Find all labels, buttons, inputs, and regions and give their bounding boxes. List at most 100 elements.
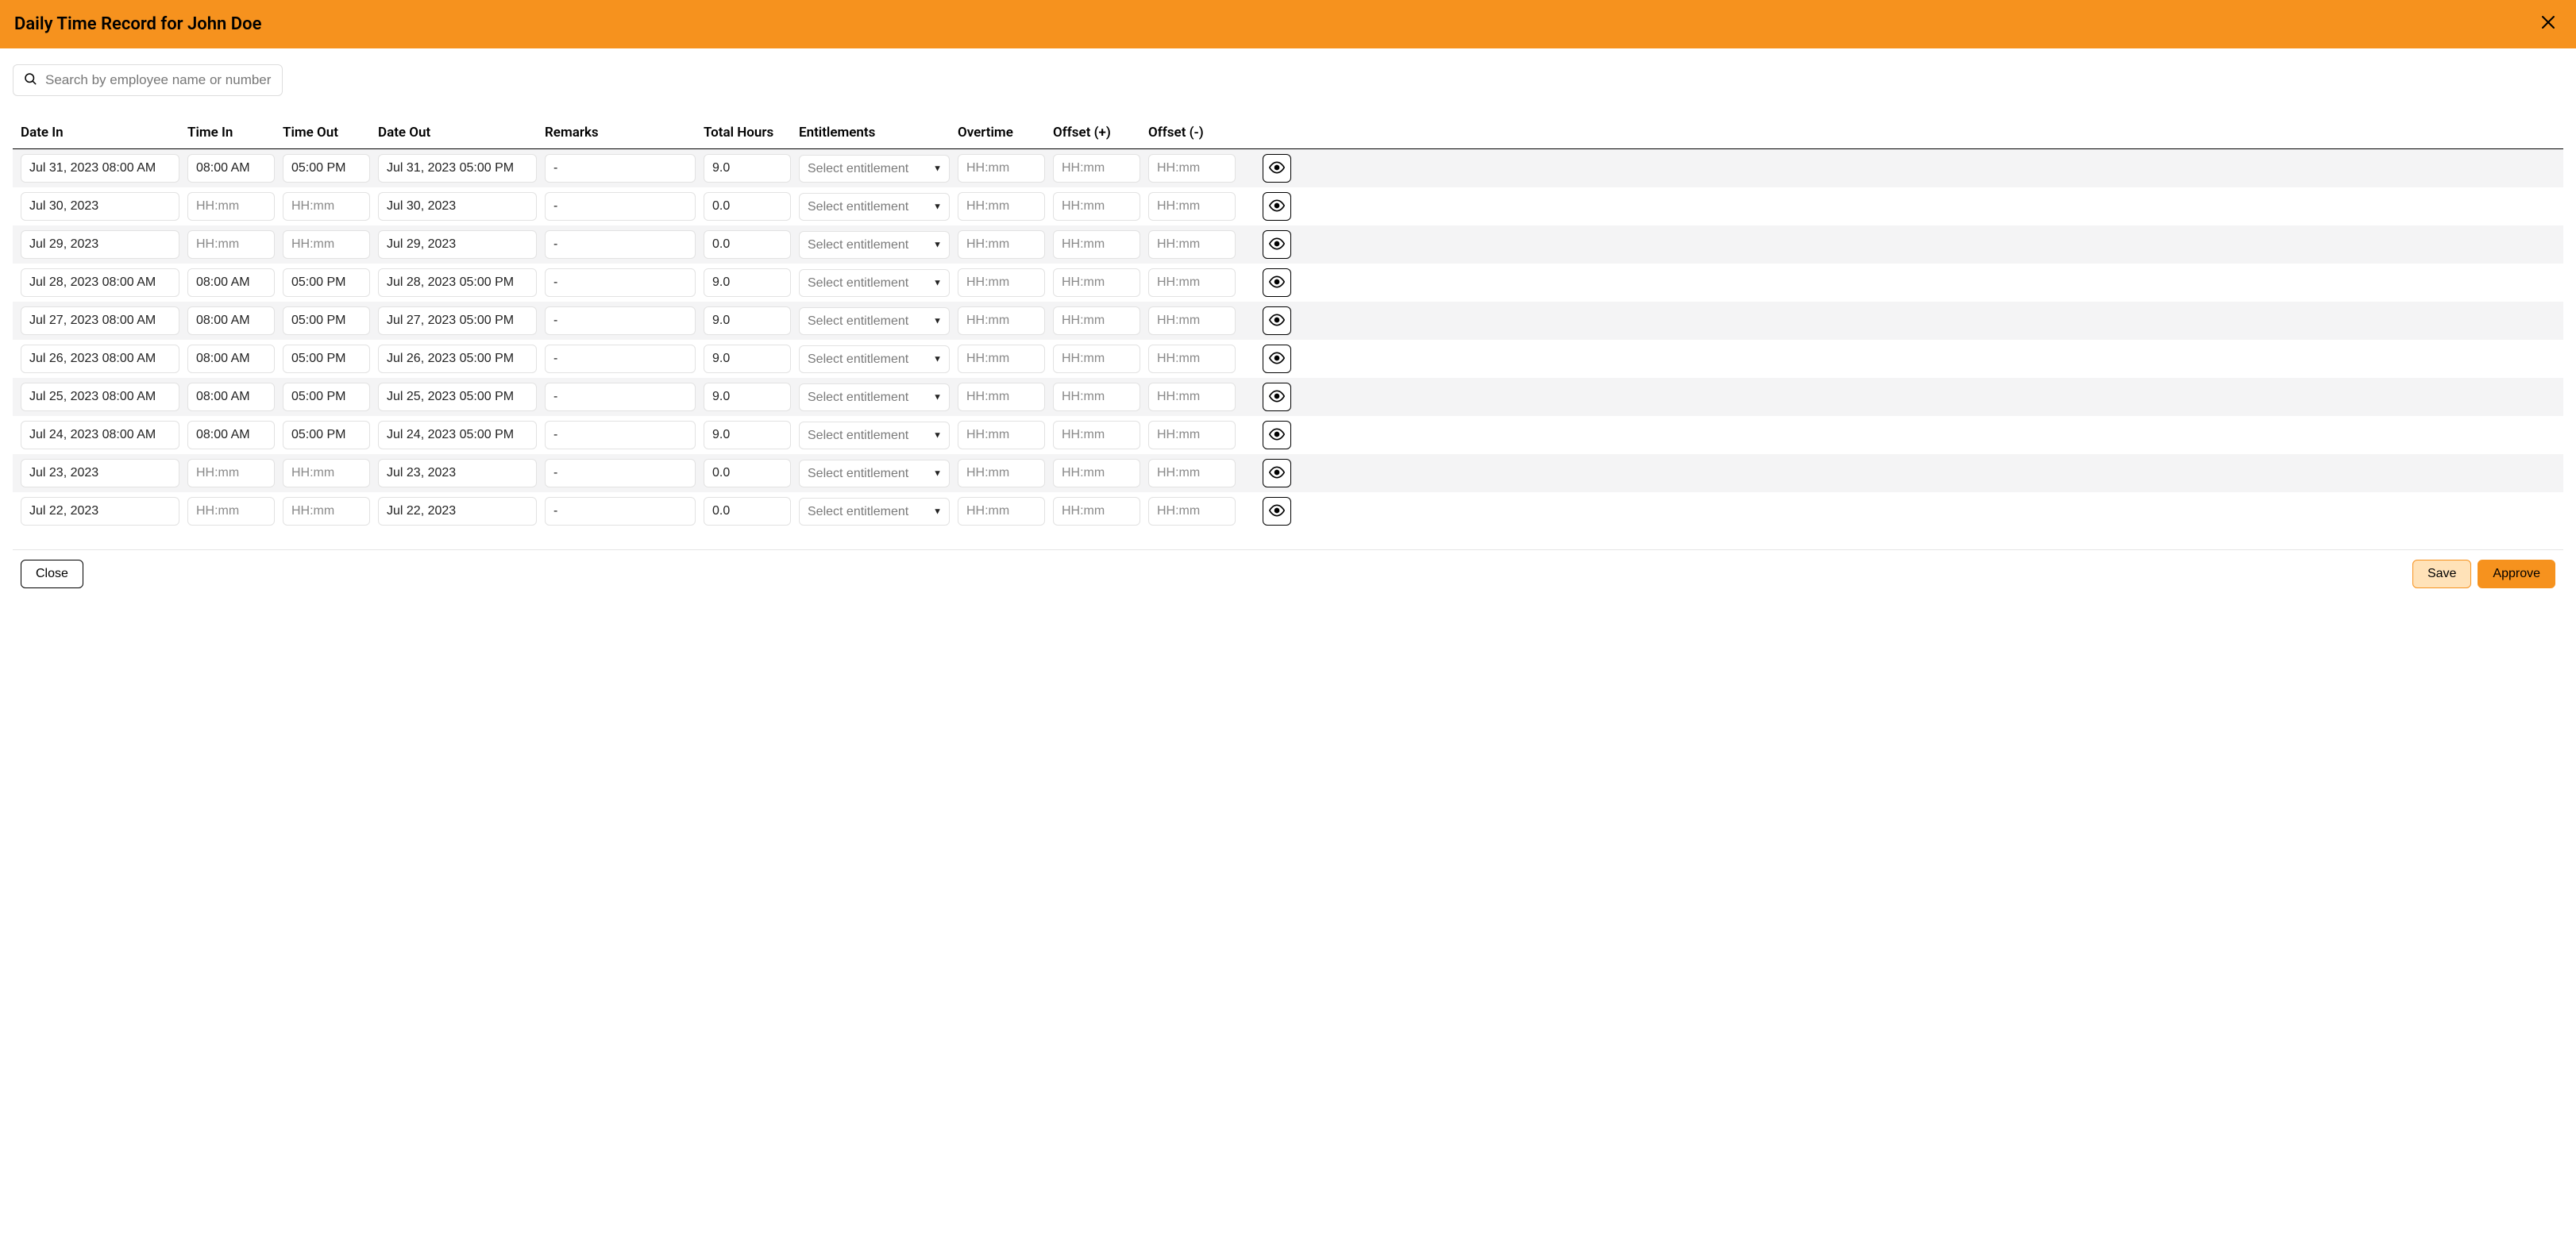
entitlement-select[interactable]: Select entitlement <box>799 345 950 373</box>
remarks-input[interactable] <box>545 268 696 297</box>
date-out-input[interactable] <box>378 383 537 411</box>
time-out-input[interactable] <box>283 383 370 411</box>
view-button[interactable] <box>1263 268 1291 297</box>
offset-minus-input[interactable] <box>1148 421 1236 449</box>
offset-minus-input[interactable] <box>1148 383 1236 411</box>
view-button[interactable] <box>1263 230 1291 259</box>
total-hours-input[interactable] <box>704 421 791 449</box>
remarks-input[interactable] <box>545 497 696 526</box>
remarks-input[interactable] <box>545 154 696 183</box>
offset-minus-input[interactable] <box>1148 268 1236 297</box>
offset-plus-input[interactable] <box>1053 230 1140 259</box>
entitlement-select[interactable]: Select entitlement <box>799 422 950 449</box>
time-in-input[interactable] <box>187 154 275 183</box>
date-out-input[interactable] <box>378 192 537 221</box>
remarks-input[interactable] <box>545 306 696 335</box>
offset-plus-input[interactable] <box>1053 154 1140 183</box>
offset-minus-input[interactable] <box>1148 306 1236 335</box>
view-button[interactable] <box>1263 459 1291 487</box>
remarks-input[interactable] <box>545 383 696 411</box>
time-out-input[interactable] <box>283 306 370 335</box>
offset-plus-input[interactable] <box>1053 421 1140 449</box>
entitlement-select[interactable]: Select entitlement <box>799 498 950 526</box>
offset-plus-input[interactable] <box>1053 192 1140 221</box>
date-out-input[interactable] <box>378 497 537 526</box>
date-out-input[interactable] <box>378 459 537 487</box>
offset-plus-input[interactable] <box>1053 383 1140 411</box>
view-button[interactable] <box>1263 345 1291 373</box>
overtime-input[interactable] <box>958 192 1045 221</box>
time-out-input[interactable] <box>283 345 370 373</box>
remarks-input[interactable] <box>545 345 696 373</box>
total-hours-input[interactable] <box>704 383 791 411</box>
date-in-input[interactable] <box>21 230 179 259</box>
total-hours-input[interactable] <box>704 192 791 221</box>
time-out-input[interactable] <box>283 421 370 449</box>
date-in-input[interactable] <box>21 268 179 297</box>
total-hours-input[interactable] <box>704 154 791 183</box>
total-hours-input[interactable] <box>704 230 791 259</box>
time-out-input[interactable] <box>283 268 370 297</box>
overtime-input[interactable] <box>958 459 1045 487</box>
total-hours-input[interactable] <box>704 268 791 297</box>
time-out-input[interactable] <box>283 230 370 259</box>
offset-plus-input[interactable] <box>1053 459 1140 487</box>
entitlement-select[interactable]: Select entitlement <box>799 193 950 221</box>
date-in-input[interactable] <box>21 345 179 373</box>
close-icon[interactable] <box>2535 11 2562 37</box>
total-hours-input[interactable] <box>704 345 791 373</box>
entitlement-select[interactable]: Select entitlement <box>799 383 950 411</box>
date-in-input[interactable] <box>21 497 179 526</box>
time-in-input[interactable] <box>187 383 275 411</box>
date-out-input[interactable] <box>378 268 537 297</box>
close-button[interactable]: Close <box>21 560 83 588</box>
offset-plus-input[interactable] <box>1053 268 1140 297</box>
date-in-input[interactable] <box>21 459 179 487</box>
view-button[interactable] <box>1263 421 1291 449</box>
search-input[interactable] <box>45 72 272 88</box>
time-in-input[interactable] <box>187 497 275 526</box>
remarks-input[interactable] <box>545 459 696 487</box>
total-hours-input[interactable] <box>704 459 791 487</box>
overtime-input[interactable] <box>958 230 1045 259</box>
date-in-input[interactable] <box>21 192 179 221</box>
time-out-input[interactable] <box>283 192 370 221</box>
time-out-input[interactable] <box>283 154 370 183</box>
time-in-input[interactable] <box>187 306 275 335</box>
overtime-input[interactable] <box>958 306 1045 335</box>
remarks-input[interactable] <box>545 421 696 449</box>
total-hours-input[interactable] <box>704 306 791 335</box>
offset-minus-input[interactable] <box>1148 192 1236 221</box>
entitlement-select[interactable]: Select entitlement <box>799 269 950 297</box>
time-in-input[interactable] <box>187 268 275 297</box>
overtime-input[interactable] <box>958 421 1045 449</box>
entitlement-select[interactable]: Select entitlement <box>799 460 950 487</box>
view-button[interactable] <box>1263 383 1291 411</box>
view-button[interactable] <box>1263 306 1291 335</box>
date-in-input[interactable] <box>21 154 179 183</box>
entitlement-select[interactable]: Select entitlement <box>799 155 950 183</box>
date-out-input[interactable] <box>378 154 537 183</box>
approve-button[interactable]: Approve <box>2478 560 2555 588</box>
offset-minus-input[interactable] <box>1148 345 1236 373</box>
remarks-input[interactable] <box>545 192 696 221</box>
time-in-input[interactable] <box>187 192 275 221</box>
offset-minus-input[interactable] <box>1148 154 1236 183</box>
search-field-wrap[interactable] <box>13 64 283 96</box>
offset-plus-input[interactable] <box>1053 345 1140 373</box>
time-in-input[interactable] <box>187 459 275 487</box>
overtime-input[interactable] <box>958 268 1045 297</box>
date-out-input[interactable] <box>378 306 537 335</box>
offset-minus-input[interactable] <box>1148 459 1236 487</box>
offset-minus-input[interactable] <box>1148 230 1236 259</box>
overtime-input[interactable] <box>958 383 1045 411</box>
time-out-input[interactable] <box>283 497 370 526</box>
time-in-input[interactable] <box>187 421 275 449</box>
view-button[interactable] <box>1263 497 1291 526</box>
view-button[interactable] <box>1263 154 1291 183</box>
date-out-input[interactable] <box>378 345 537 373</box>
date-in-input[interactable] <box>21 383 179 411</box>
entitlement-select[interactable]: Select entitlement <box>799 307 950 335</box>
offset-plus-input[interactable] <box>1053 306 1140 335</box>
save-button[interactable]: Save <box>2412 560 2471 588</box>
